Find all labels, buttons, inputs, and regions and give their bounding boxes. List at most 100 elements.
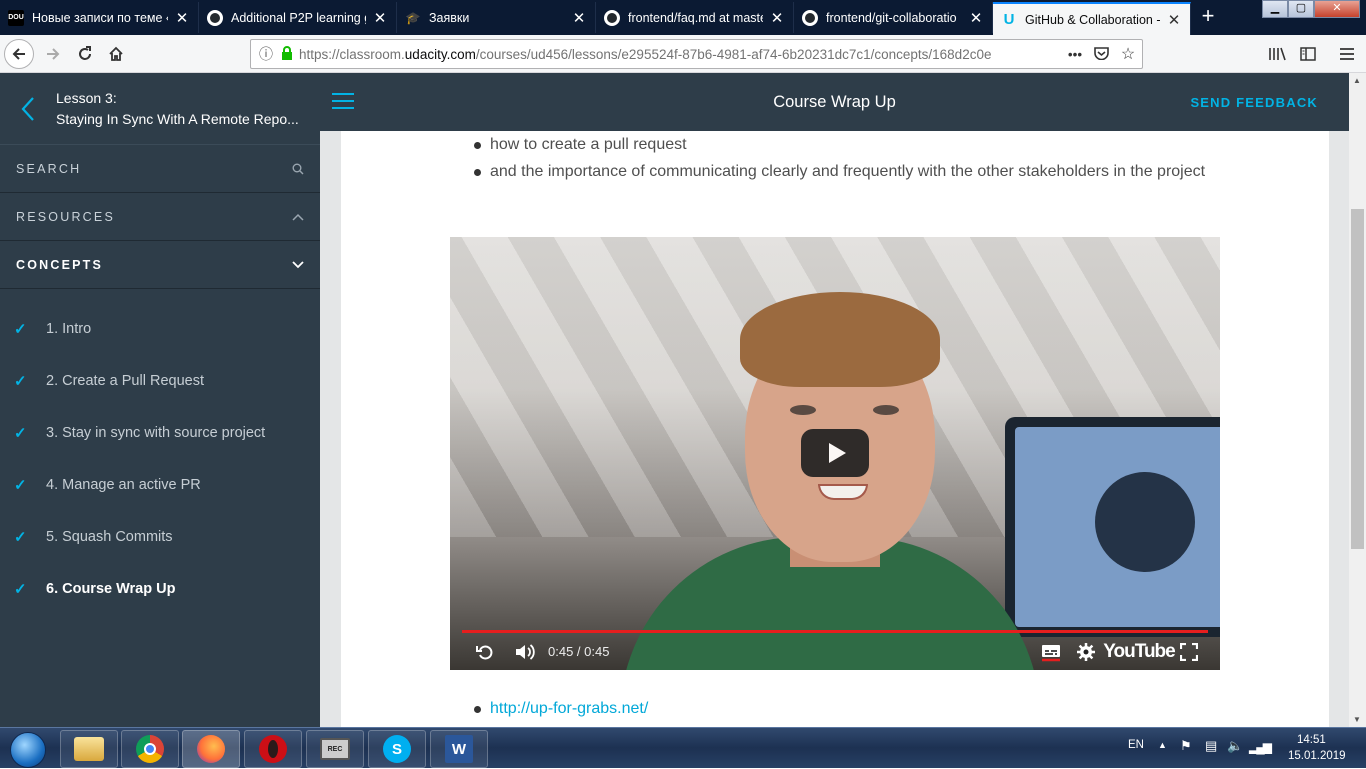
scrollbar-thumb[interactable] bbox=[1351, 209, 1364, 549]
summary-list: how to create a pull request and the imp… bbox=[474, 131, 1214, 185]
taskbar-app-recorder[interactable]: REC bbox=[306, 730, 364, 768]
language-indicator[interactable]: EN bbox=[1128, 739, 1144, 751]
replay-button[interactable] bbox=[472, 639, 498, 665]
taskbar-app-opera[interactable] bbox=[244, 730, 302, 768]
taskbar-app-explorer[interactable] bbox=[60, 730, 118, 768]
close-icon[interactable]: ✕ bbox=[372, 9, 388, 27]
tray-expand-icon[interactable]: ▲ bbox=[1158, 740, 1167, 750]
lesson-back-button[interactable] bbox=[0, 73, 56, 145]
new-tab-button[interactable]: + bbox=[1196, 4, 1220, 30]
windows-taskbar: REC S W EN ▲ ⚑ ▤ 🔈 ▂▄▆ 14:51 15.01.2019 bbox=[0, 727, 1366, 768]
lesson-header: Lesson 3: Staying In Sync With A Remote … bbox=[0, 73, 320, 145]
signal-icon[interactable]: ▂▄▆ bbox=[1249, 740, 1272, 754]
concept-item-intro[interactable]: ✓ 1. Intro bbox=[0, 303, 320, 355]
url-domain: udacity.com bbox=[404, 46, 476, 62]
subtitles-icon bbox=[1042, 645, 1060, 662]
page-scrollbar[interactable]: ▲ ▼ bbox=[1349, 73, 1366, 727]
speaker-icon[interactable]: 🔈 bbox=[1227, 738, 1243, 754]
resources-row[interactable]: RESOURCES bbox=[0, 193, 320, 241]
checkmark-icon: ✓ bbox=[14, 529, 27, 546]
dou-icon: DOU bbox=[8, 9, 24, 26]
clock-date[interactable]: 15.01.2019 bbox=[1288, 750, 1346, 762]
start-button[interactable] bbox=[4, 729, 50, 769]
scroll-down-arrow-icon[interactable]: ▼ bbox=[1353, 715, 1361, 724]
close-icon[interactable]: ✕ bbox=[174, 9, 190, 27]
close-icon[interactable]: ✕ bbox=[968, 9, 984, 27]
taskbar-app-firefox[interactable] bbox=[182, 730, 240, 768]
search-icon bbox=[292, 163, 304, 174]
scroll-up-arrow-icon[interactable]: ▲ bbox=[1353, 76, 1361, 85]
skype-icon: S bbox=[383, 735, 411, 763]
sidebar-toggle-icon[interactable] bbox=[1293, 39, 1323, 69]
youtube-logo[interactable]: YouTube bbox=[1103, 639, 1175, 665]
library-icon[interactable] bbox=[1262, 39, 1292, 69]
concept-label: 1. Intro bbox=[46, 321, 92, 337]
chrome-icon bbox=[136, 735, 164, 763]
search-row[interactable]: SEARCH bbox=[0, 145, 320, 193]
minimize-button[interactable]: ▁ bbox=[1262, 0, 1288, 18]
tab-faq[interactable]: frontend/faq.md at maste ✕ bbox=[596, 2, 794, 33]
tab-dou[interactable]: DOU Новые записи по теме «J ✕ bbox=[0, 2, 199, 33]
url-text: https://classroom.udacity.com/courses/ud… bbox=[299, 47, 1062, 62]
forward-button[interactable] bbox=[38, 39, 68, 69]
tab-title: frontend/faq.md at maste bbox=[628, 10, 763, 25]
bookmark-star-icon[interactable]: ☆ bbox=[1114, 44, 1142, 64]
github-icon bbox=[604, 9, 620, 26]
volume-icon bbox=[516, 644, 535, 660]
concepts-label: CONCEPTS bbox=[16, 257, 104, 272]
taskbar-app-word[interactable]: W bbox=[430, 730, 488, 768]
tab-title: frontend/git-collaboratio bbox=[826, 10, 957, 25]
pocket-icon[interactable] bbox=[1088, 46, 1114, 63]
flag-icon[interactable]: ⚑ bbox=[1180, 738, 1192, 754]
play-button[interactable] bbox=[801, 429, 869, 477]
tab-git-collaboration[interactable]: frontend/git-collaboratio ✕ bbox=[794, 2, 993, 33]
screen-recorder-icon: REC bbox=[320, 738, 350, 760]
send-feedback-button[interactable]: SEND FEEDBACK bbox=[1190, 95, 1318, 110]
reload-icon bbox=[79, 46, 91, 60]
tab-zayavki[interactable]: 🎓 Заявки ✕ bbox=[397, 2, 596, 33]
concept-item-manage-pr[interactable]: ✓ 4. Manage an active PR bbox=[0, 459, 320, 511]
maximize-button[interactable]: ▢ bbox=[1288, 0, 1314, 18]
arrow-left-icon bbox=[12, 48, 25, 60]
close-icon[interactable]: ✕ bbox=[571, 9, 587, 27]
back-button[interactable] bbox=[4, 39, 34, 69]
concept-item-course-wrap-up[interactable]: ✓ 6. Course Wrap Up bbox=[0, 563, 320, 615]
page-actions-button[interactable]: ••• bbox=[1062, 47, 1088, 62]
close-window-button[interactable]: ✕ bbox=[1314, 0, 1360, 18]
home-button[interactable] bbox=[101, 39, 131, 69]
github-icon bbox=[207, 9, 223, 26]
concept-item-stay-in-sync[interactable]: ✓ 3. Stay in sync with source project bbox=[0, 407, 320, 459]
subtitles-button[interactable] bbox=[1038, 639, 1064, 665]
presenter-eye bbox=[790, 405, 816, 415]
close-icon[interactable]: ✕ bbox=[769, 9, 785, 27]
home-icon bbox=[109, 46, 123, 61]
concepts-row[interactable]: CONCEPTS bbox=[0, 241, 320, 289]
info-icon[interactable]: ⓘ bbox=[259, 44, 273, 64]
fullscreen-button[interactable] bbox=[1176, 639, 1202, 665]
concept-item-squash-commits[interactable]: ✓ 5. Squash Commits bbox=[0, 511, 320, 563]
tab-github-collaboration[interactable]: U GitHub & Collaboration - ✕ bbox=[993, 2, 1191, 35]
clock-time[interactable]: 14:51 bbox=[1297, 734, 1326, 746]
concept-label: 2. Create a Pull Request bbox=[46, 373, 204, 389]
video-controls: 0:45 / 0:45 YouTube bbox=[450, 633, 1220, 670]
up-for-grabs-link[interactable]: http://up-for-grabs.net/ bbox=[490, 700, 648, 717]
network-device-icon[interactable]: ▤ bbox=[1205, 738, 1217, 754]
volume-button[interactable] bbox=[512, 639, 538, 665]
taskbar-app-chrome[interactable] bbox=[121, 730, 179, 768]
concept-label: 6. Course Wrap Up bbox=[46, 581, 176, 597]
reload-button[interactable] bbox=[70, 39, 100, 69]
hamburger-menu-icon[interactable] bbox=[1332, 39, 1362, 69]
tab-title: Additional P2P learning g bbox=[231, 10, 366, 25]
concept-item-create-pull-request[interactable]: ✓ 2. Create a Pull Request bbox=[0, 355, 320, 407]
search-label: SEARCH bbox=[16, 161, 82, 176]
tab-p2p-learning[interactable]: Additional P2P learning g ✕ bbox=[199, 2, 397, 33]
youtube-video-player[interactable]: 0:45 / 0:45 YouTube bbox=[450, 237, 1220, 670]
settings-button[interactable] bbox=[1073, 639, 1099, 665]
checkmark-icon: ✓ bbox=[14, 477, 27, 494]
close-icon[interactable]: ✕ bbox=[1166, 11, 1182, 29]
lesson-number: Lesson 3: bbox=[56, 89, 117, 106]
taskbar-app-skype[interactable]: S bbox=[368, 730, 426, 768]
address-bar[interactable]: ⓘ https://classroom.udacity.com/courses/… bbox=[250, 39, 1143, 69]
video-time: 0:45 / 0:45 bbox=[548, 644, 610, 659]
chevron-down-icon bbox=[292, 260, 304, 268]
